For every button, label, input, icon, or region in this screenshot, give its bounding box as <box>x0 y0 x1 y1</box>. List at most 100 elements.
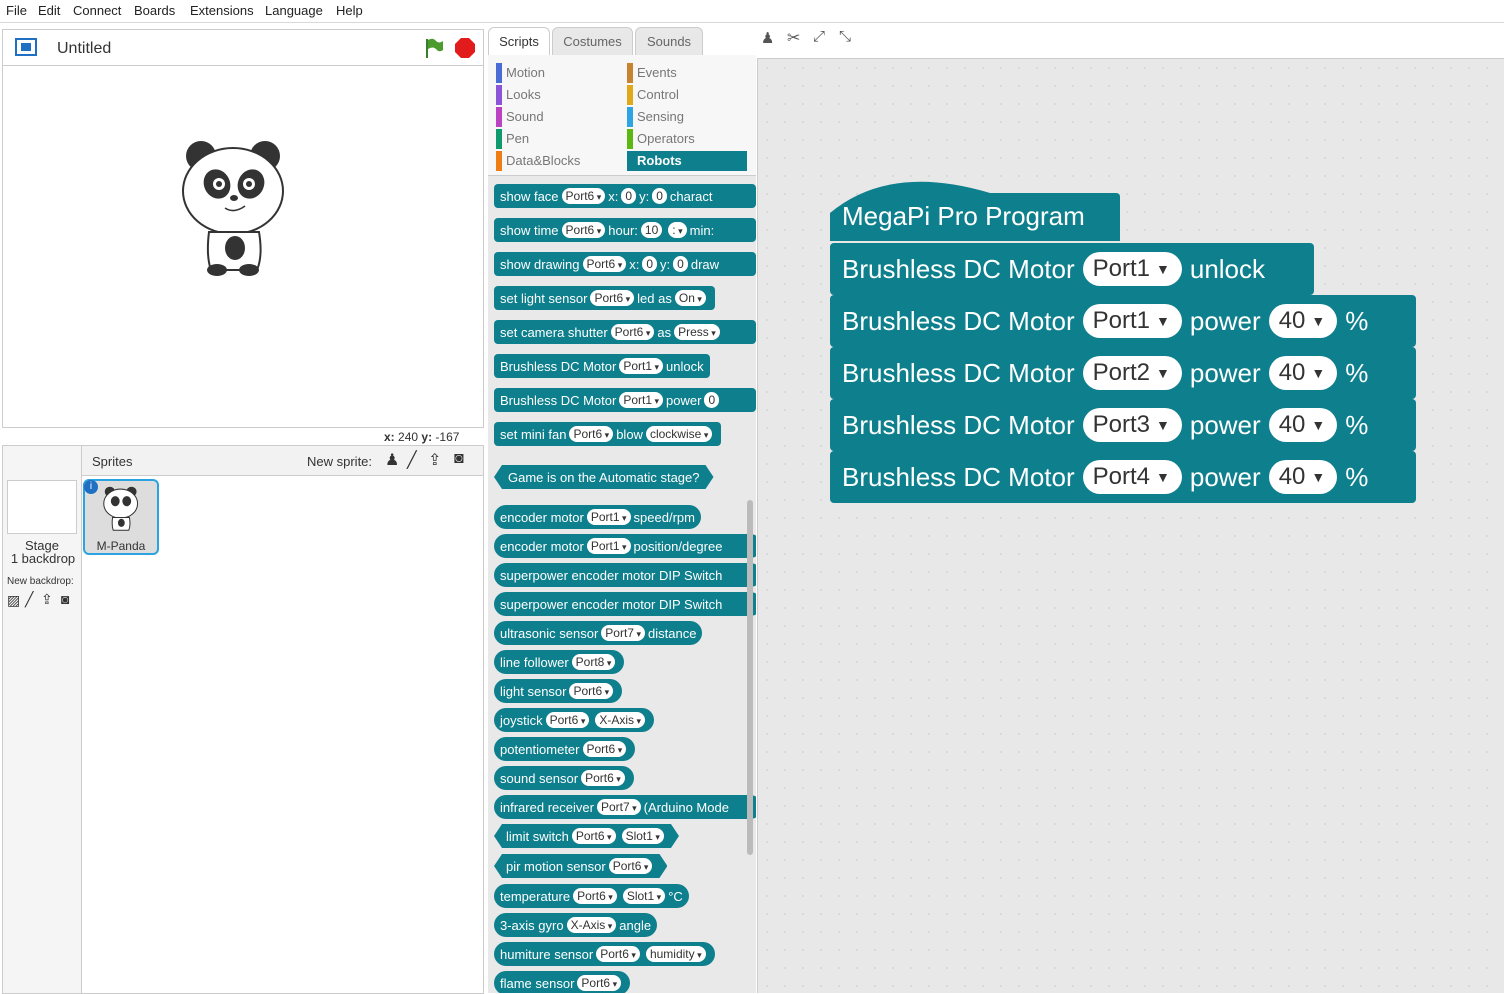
category-events[interactable]: Events <box>627 63 747 83</box>
block-show-time[interactable]: show timePort6hour:10:min: <box>494 218 756 242</box>
power-dropdown[interactable]: 40 ▼ <box>1268 408 1338 442</box>
new-backdrop-label: New backdrop: <box>7 576 74 587</box>
block-set-camera-shutter[interactable]: set camera shutterPort6asPress <box>494 320 756 344</box>
category-sensing[interactable]: Sensing <box>627 107 747 127</box>
block-limit-switch[interactable]: limit switchPort6Slot1 <box>494 824 679 848</box>
category-selector: Motion Looks Sound Pen Data&Blocks Event… <box>488 55 756 175</box>
menu-help[interactable]: Help <box>336 3 363 18</box>
sprite-library-icon[interactable]: ♟ <box>385 450 399 470</box>
stage-header: Untitled <box>2 29 484 66</box>
tab-costumes[interactable]: Costumes <box>552 27 633 55</box>
upload-icon[interactable]: ⇪ <box>41 591 53 608</box>
block-set-mini-fan[interactable]: set mini fanPort6blowclockwise <box>494 422 722 446</box>
script-block-power-4[interactable]: Brushless DC Motor Port4 ▼ power 40 ▼ % <box>830 451 1416 503</box>
menu-file[interactable]: File <box>6 3 27 18</box>
stop-icon[interactable] <box>455 38 475 58</box>
new-sprite-label: New sprite: <box>307 454 373 469</box>
category-operators[interactable]: Operators <box>627 129 747 149</box>
block-show-drawing[interactable]: show drawingPort6x:0y:0draw <box>494 252 756 276</box>
power-dropdown[interactable]: 40 ▼ <box>1268 460 1338 494</box>
script-block-power-2[interactable]: Brushless DC Motor Port2 ▼ power 40 ▼ % <box>830 347 1416 399</box>
script-block-unlock[interactable]: Brushless DC Motor Port1 ▼ unlock <box>830 243 1314 295</box>
block-potentiometer[interactable]: potentiometer Port6 <box>494 737 636 761</box>
block-pir-motion[interactable]: pir motion sensor Port6 <box>494 854 667 878</box>
block-light-sensor[interactable]: light sensor Port6 <box>494 679 623 703</box>
block-superpower-dip-2[interactable]: superpower encoder motor DIP Switch <box>494 592 756 616</box>
block-sound-sensor[interactable]: sound sensor Port6 <box>494 766 634 790</box>
menu-connect[interactable]: Connect <box>73 3 121 18</box>
tab-scripts[interactable]: Scripts <box>488 27 550 55</box>
chevron-down-icon: ▼ <box>1156 417 1170 433</box>
grow-icon[interactable]: ⤢ <box>813 28 825 45</box>
stamp-icon[interactable]: ♟ <box>761 29 774 47</box>
backdrop-count: 1 backdrop <box>10 551 76 566</box>
block-line-follower[interactable]: line follower Port8 <box>494 650 625 674</box>
category-pen[interactable]: Pen <box>496 129 616 149</box>
port-dropdown[interactable]: Port4 ▼ <box>1082 460 1182 494</box>
block-infrared-receiver[interactable]: infrared receiverPort7(Arduino Mode <box>494 795 756 819</box>
sprites-title: Sprites <box>92 454 133 469</box>
paint-backdrop-icon[interactable]: ▨ <box>7 592 20 609</box>
power-dropdown[interactable]: 40 ▼ <box>1268 304 1338 338</box>
info-icon[interactable]: i <box>84 480 98 494</box>
script-block-power-1[interactable]: Brushless DC Motor Port1 ▼ power 40 ▼ % <box>830 295 1416 347</box>
paint-sprite-icon[interactable]: ╱ <box>407 450 417 470</box>
tab-sounds[interactable]: Sounds <box>635 27 703 55</box>
port-dropdown[interactable]: Port3 ▼ <box>1082 408 1182 442</box>
port-dropdown[interactable]: Port2 ▼ <box>1082 356 1182 390</box>
menu-extensions[interactable]: Extensions <box>190 3 254 18</box>
block-encoder-speed[interactable]: encoder motorPort1speed/rpm <box>494 505 701 529</box>
category-sound[interactable]: Sound <box>496 107 616 127</box>
block-encoder-position[interactable]: encoder motorPort1position/degree <box>494 534 756 558</box>
category-motion[interactable]: Motion <box>496 63 616 83</box>
sprite-thumbnail[interactable]: i M-Panda <box>83 479 159 555</box>
block-joystick[interactable]: joystickPort6X-Axis <box>494 708 655 732</box>
port-dropdown[interactable]: Port1 ▼ <box>1082 304 1182 338</box>
chevron-down-icon: ▼ <box>1156 469 1170 485</box>
chevron-down-icon: ▼ <box>1311 417 1326 433</box>
upload-sprite-icon[interactable]: ⇪ <box>428 450 441 470</box>
stage-thumbnail-column: Stage 1 backdrop New backdrop: ▨ ╱ ⇪ ◙ <box>3 446 82 993</box>
shrink-icon[interactable]: ⤡ <box>839 28 851 45</box>
block-temperature[interactable]: temperaturePort6Slot1°C <box>494 884 689 908</box>
chevron-down-icon: ▼ <box>1156 365 1170 381</box>
block-brushless-unlock[interactable]: Brushless DC MotorPort1unlock <box>494 354 710 378</box>
script-block-power-3[interactable]: Brushless DC Motor Port3 ▼ power 40 ▼ % <box>830 399 1416 451</box>
stage-thumbnail[interactable] <box>7 480 77 534</box>
green-flag-icon[interactable] <box>423 37 445 59</box>
panda-sprite[interactable] <box>181 136 287 278</box>
camera-sprite-icon[interactable]: ◙ <box>454 450 464 468</box>
menu-boards[interactable]: Boards <box>134 3 175 18</box>
hat-block-label: MegaPi Pro Program <box>842 201 1085 231</box>
sprites-panel: Stage 1 backdrop New backdrop: ▨ ╱ ⇪ ◙ S… <box>2 445 484 994</box>
stage-canvas[interactable] <box>2 65 484 428</box>
sprites-header: Sprites New sprite: ♟ ╱ ⇪ ◙ <box>82 446 483 476</box>
block-show-face[interactable]: show facePort6x:0y:0charact <box>494 184 756 208</box>
block-3axis-gyro[interactable]: 3-axis gyroX-Axisangle <box>494 913 658 937</box>
block-brushless-power[interactable]: Brushless DC MotorPort1power0 <box>494 388 756 412</box>
menu-language[interactable]: Language <box>265 3 323 18</box>
block-humiture-sensor[interactable]: humiture sensorPort6humidity <box>494 942 715 966</box>
block-flame-sensor[interactable]: flame sensor Port6 <box>494 971 631 993</box>
chevron-down-icon: ▼ <box>1311 365 1326 381</box>
project-title[interactable]: Untitled <box>57 40 111 58</box>
power-dropdown[interactable]: 40 ▼ <box>1268 356 1338 390</box>
block-superpower-dip-1[interactable]: superpower encoder motor DIP Switch <box>494 563 756 587</box>
fullscreen-icon[interactable] <box>15 38 37 56</box>
block-game-automatic-stage[interactable]: Game is on the Automatic stage? <box>494 465 714 489</box>
chevron-down-icon: ▼ <box>1156 313 1170 329</box>
category-data-blocks[interactable]: Data&Blocks <box>496 151 616 171</box>
block-set-light-sensor[interactable]: set light sensorPort6led asOn <box>494 286 715 310</box>
cut-icon[interactable]: ✂ <box>787 28 800 48</box>
category-looks[interactable]: Looks <box>496 85 616 105</box>
hat-block[interactable]: MegaPi Pro Program <box>830 173 1120 243</box>
brush-icon[interactable]: ╱ <box>25 591 33 608</box>
camera-icon[interactable]: ◙ <box>61 591 69 607</box>
block-ultrasonic[interactable]: ultrasonic sensorPort7distance <box>494 621 703 645</box>
port-dropdown[interactable]: Port1 ▼ <box>1082 252 1182 286</box>
chevron-down-icon: ▼ <box>1311 469 1326 485</box>
category-control[interactable]: Control <box>627 85 747 105</box>
menu-edit[interactable]: Edit <box>38 3 60 18</box>
category-robots[interactable]: Robots <box>627 151 747 171</box>
palette-scrollbar[interactable] <box>747 500 753 855</box>
